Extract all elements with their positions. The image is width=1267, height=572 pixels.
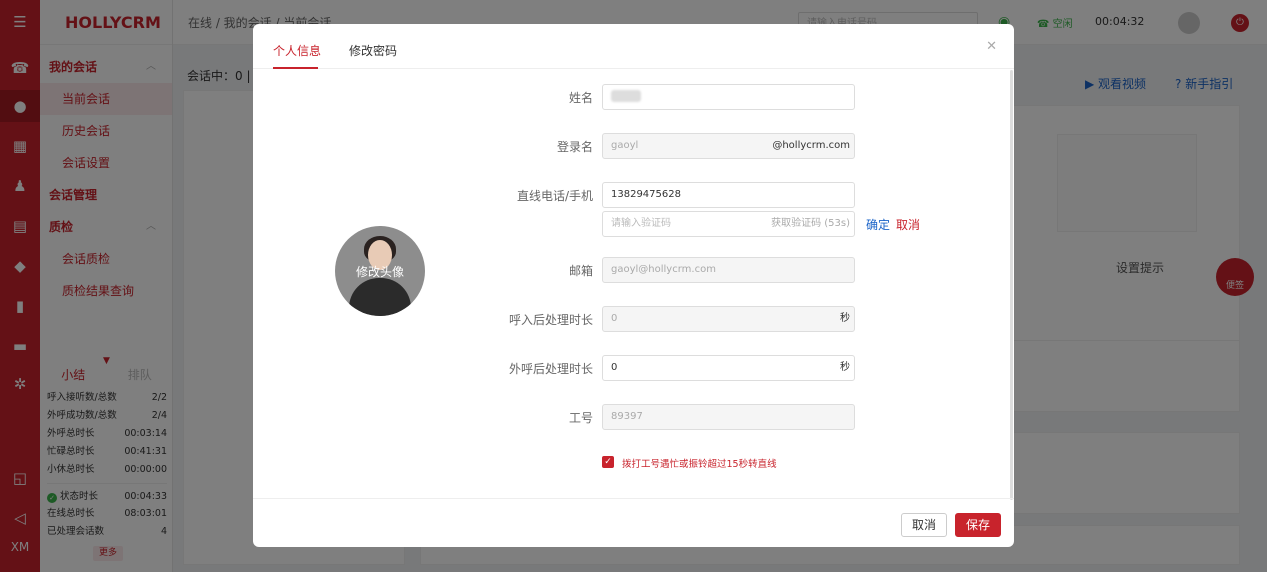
save-button[interactable]: 保存 — [955, 513, 1002, 537]
unit-seconds: 秒 — [840, 362, 850, 373]
name-label: 姓名 — [568, 91, 593, 105]
outbound-wrap-value: 0 — [611, 362, 618, 373]
login-suffix: @hollycrm.com — [772, 140, 850, 151]
confirm-button[interactable]: 确定 — [866, 216, 890, 233]
unit-seconds: 秒 — [840, 313, 850, 324]
verify-code-placeholder: 请输入验证码 — [611, 218, 671, 229]
work-number-label: 工号 — [568, 411, 593, 425]
modal-tabs: 个人信息 修改密码 ✕ — [253, 24, 1014, 69]
inbound-wrap-field: 0秒 — [602, 306, 855, 332]
cancel-button[interactable]: 取消 — [901, 513, 948, 537]
forward-checkbox[interactable]: ✓ — [602, 456, 614, 468]
close-icon[interactable]: ✕ — [986, 39, 997, 54]
work-number-value: 89397 — [611, 411, 643, 422]
name-value-redacted — [611, 90, 641, 102]
work-number-field: 89397 — [602, 404, 855, 430]
modal-footer: 取消 保存 — [253, 498, 1014, 547]
email-value: gaoyl@hollycrm.com — [611, 264, 716, 275]
login-field: gaoyl @hollycrm.com — [602, 133, 855, 159]
change-avatar-label: 修改头像 — [355, 265, 404, 279]
inbound-wrap-label: 呼入后处理时长 — [508, 313, 593, 327]
active-tab-indicator — [273, 67, 318, 69]
email-field: gaoyl@hollycrm.com — [602, 257, 855, 283]
phone-field[interactable]: 13829475628 — [602, 182, 855, 208]
login-value: gaoyl — [611, 140, 639, 151]
name-field[interactable] — [602, 84, 855, 110]
phone-value: 13829475628 — [611, 189, 681, 200]
avatar-upload[interactable]: 修改头像 — [335, 226, 425, 316]
email-label: 邮箱 — [568, 264, 593, 278]
get-code-button[interactable]: 获取验证码 (53s) — [771, 212, 850, 236]
phone-label: 直线电话/手机 — [516, 189, 593, 203]
tab-profile[interactable]: 个人信息 — [273, 42, 321, 59]
cancel-inline-button[interactable]: 取消 — [896, 216, 920, 233]
verify-code-input[interactable]: 请输入验证码 获取验证码 (53s) — [602, 211, 855, 237]
profile-modal: 个人信息 修改密码 ✕ 修改头像 姓名 登录名 gaoyl @hollycrm.c… — [253, 24, 1014, 547]
tab-change-password[interactable]: 修改密码 — [349, 42, 397, 59]
login-label: 登录名 — [556, 140, 593, 154]
scrollbar[interactable] — [1010, 70, 1013, 500]
forward-checkbox-label: 拨打工号遇忙或振铃超过15秒转直线 — [622, 459, 777, 470]
outbound-wrap-label: 外呼后处理时长 — [508, 362, 593, 376]
inbound-wrap-value: 0 — [611, 313, 618, 324]
avatar-body — [349, 278, 411, 316]
outbound-wrap-field[interactable]: 0秒 — [602, 355, 855, 381]
